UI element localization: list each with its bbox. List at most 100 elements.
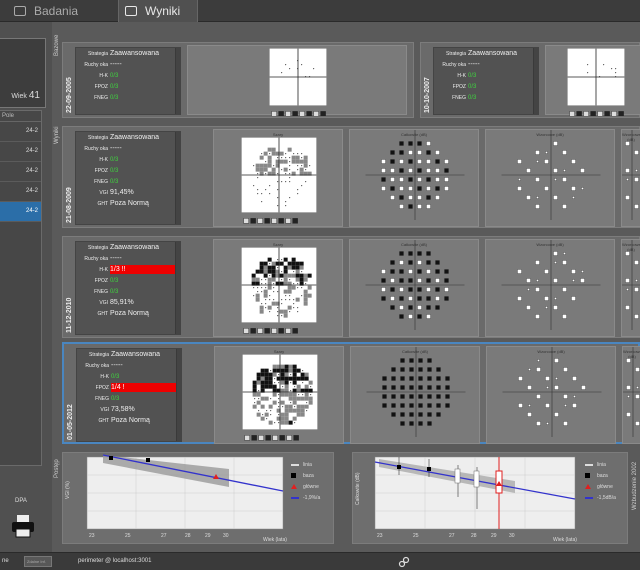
exam-info-row: Strategia Zaawansowana bbox=[434, 48, 538, 59]
field-value: 0/3 bbox=[110, 157, 119, 163]
field-value: ----- bbox=[110, 145, 122, 152]
grayscale-map bbox=[567, 48, 625, 116]
pattern-deviation-map bbox=[501, 130, 601, 220]
x-tick: 30 bbox=[509, 533, 515, 539]
field-label: FNEG bbox=[94, 179, 108, 185]
field-label: GHT bbox=[97, 311, 108, 317]
grayscale-map-plot bbox=[269, 48, 327, 116]
exam-panel[interactable]: 21-08-2009 Strategia Zaawansowana Ruchy oka… bbox=[62, 126, 640, 228]
total-map-cell[interactable]: Całkowite (dB) bbox=[349, 129, 479, 227]
status-field[interactable]: Zdalne Inf. bbox=[24, 556, 52, 567]
exam-date: 10-10-2007 bbox=[424, 77, 431, 113]
info-scrollbar[interactable] bbox=[175, 48, 180, 114]
info-scrollbar[interactable] bbox=[175, 132, 180, 224]
patient-card[interactable]: Wiek 41 bbox=[0, 38, 46, 108]
pattern-map-cell[interactable]: Wzorcowe (dB) bbox=[621, 239, 640, 337]
field-value: Zaawansowana bbox=[468, 50, 518, 57]
grayscale-map-plot bbox=[241, 247, 317, 334]
field-value: 0/3 bbox=[110, 289, 119, 295]
field-value: Zaawansowana bbox=[110, 244, 160, 251]
exam-info-row: VGI 73,58% bbox=[77, 404, 181, 415]
exam-info-table: Strategia Zaawansowana Ruchy oka ----- H-K 0/… bbox=[433, 47, 539, 115]
pattern-map-cell[interactable]: Wzorcowe (dB) bbox=[485, 239, 615, 337]
legend-swatch bbox=[585, 484, 591, 489]
grayscale-map-cell[interactable]: Szary bbox=[214, 346, 344, 444]
total-map-plot bbox=[366, 347, 466, 437]
legend-label: główne bbox=[597, 483, 613, 490]
exam-info-row: H-K 0/3 bbox=[434, 70, 538, 81]
exam-panel[interactable]: 22-09-2005 Strategia Zaawansowana Ruchy oka… bbox=[62, 42, 414, 118]
tab-badania[interactable]: Badania bbox=[14, 0, 78, 22]
exam-panel[interactable]: 11-12-2010 Strategia Zaawansowana Ruchy oka… bbox=[62, 236, 640, 338]
total-map-cell[interactable]: Całkowite (dB) bbox=[349, 239, 479, 337]
field-value: 1/4 ! bbox=[111, 384, 125, 391]
legend-item: baza bbox=[585, 470, 616, 481]
exam-info-row: H-K 0/3 bbox=[76, 154, 180, 165]
info-scrollbar[interactable] bbox=[176, 349, 181, 441]
legend-item: linia bbox=[291, 459, 320, 470]
info-scrollbar[interactable] bbox=[175, 242, 180, 334]
dpa-button[interactable]: DPA bbox=[6, 494, 36, 508]
exam-list-item[interactable]: 24-2 bbox=[0, 122, 41, 142]
grayscale-map-cell[interactable]: Szary bbox=[213, 239, 343, 337]
grayscale-map bbox=[241, 137, 317, 224]
exam-info-row: Ruchy oka ----- bbox=[76, 59, 180, 70]
exam-list-item[interactable]: 24-2 bbox=[0, 182, 41, 202]
pattern-map-plot bbox=[622, 130, 640, 220]
field-label: Ruchy oka bbox=[442, 62, 466, 68]
pattern-map-cell[interactable]: Wzorcowe (dB) bbox=[485, 129, 615, 227]
exam-list-item[interactable]: 24-2 bbox=[0, 162, 41, 182]
field-value: Poza Normą bbox=[110, 310, 149, 317]
field-label: FNEG bbox=[95, 396, 109, 402]
exam-info-row: H-K 0/3 bbox=[76, 70, 180, 81]
baseline-point bbox=[397, 465, 401, 469]
field-value: 85,91% bbox=[110, 299, 134, 306]
info-scrollbar[interactable] bbox=[533, 48, 538, 114]
field-label: Strategia bbox=[87, 135, 108, 141]
legend-swatch bbox=[291, 473, 296, 478]
pattern-map-cell[interactable]: Wzorcowe (dB) bbox=[621, 129, 640, 227]
grayscale-map-cell[interactable]: Szary bbox=[545, 45, 640, 116]
field-label: VGI bbox=[99, 190, 108, 196]
exam-panel[interactable]: 10-10-2007 Strategia Zaawansowana Ruchy oka… bbox=[420, 42, 640, 118]
legend-item: -1,5dB/a bbox=[585, 492, 616, 503]
total-db-trend-chart[interactable]: Całkowite (dB) Wiek (lata) 23 25 27 28 2… bbox=[352, 452, 628, 544]
total-map-cell[interactable]: Całkowite (dB) bbox=[350, 346, 480, 444]
field-label: FNEG bbox=[94, 95, 108, 101]
field-label: Strategia bbox=[445, 51, 466, 57]
field-label: Strategia bbox=[87, 245, 108, 251]
exam-info-row: GHT Poza Normą bbox=[76, 198, 180, 209]
grayscale-map-cell[interactable]: Szary bbox=[187, 45, 407, 116]
exam-panel-selected[interactable]: 01-05-2012 Strategia Zaawansowana Ruchy oka… bbox=[62, 342, 640, 444]
grayscale-map-plot bbox=[567, 48, 625, 116]
pattern-map-plot bbox=[501, 240, 601, 330]
tab-wyniki[interactable]: Wyniki bbox=[118, 0, 198, 22]
status-left-text: ne bbox=[2, 558, 9, 564]
exam-info-row: Ruchy oka ----- bbox=[434, 59, 538, 70]
field-value: Zaawansowana bbox=[110, 134, 160, 141]
printer-icon[interactable] bbox=[10, 514, 36, 538]
exam-info-row: H-K 0/3 bbox=[77, 371, 181, 382]
exam-info-row: Strategia Zaawansowana bbox=[76, 48, 180, 59]
pattern-map-cell[interactable]: Wzorcowe (dB) bbox=[486, 346, 616, 444]
grayscale-map-cell[interactable]: Szary bbox=[213, 129, 343, 227]
field-value: Zaawansowana bbox=[111, 351, 161, 358]
field-label: FPOZ bbox=[95, 385, 109, 391]
legend-item: główne bbox=[291, 481, 320, 492]
total-deviation-map bbox=[365, 240, 465, 330]
exam-list-item[interactable]: 24-2 bbox=[0, 142, 41, 162]
x-tick: 28 bbox=[185, 533, 191, 539]
legend-label: -1,9%/a bbox=[303, 494, 321, 501]
exam-info-row: FNEG 0/3 bbox=[76, 92, 180, 103]
link-icon[interactable] bbox=[398, 556, 410, 568]
exam-list-item-selected[interactable]: 24-2 bbox=[0, 202, 41, 222]
right-trend-label: Wzbudzenie 2002 bbox=[632, 461, 638, 510]
field-value: 0/3 bbox=[468, 84, 477, 90]
legend-item: baza bbox=[291, 470, 320, 481]
pattern-map-cell[interactable]: Wzorcowe (dB) bbox=[622, 346, 640, 444]
vgi-trend-chart[interactable]: VGI (%) Wiek (lata) 23 25 27 28 29 30 li… bbox=[62, 452, 334, 544]
results-section-label: Wyniki bbox=[54, 126, 60, 144]
legend-label: główne bbox=[303, 483, 319, 490]
exam-info-row: FPOZ 0/3 bbox=[76, 275, 180, 286]
pattern-deviation-map bbox=[622, 130, 640, 220]
